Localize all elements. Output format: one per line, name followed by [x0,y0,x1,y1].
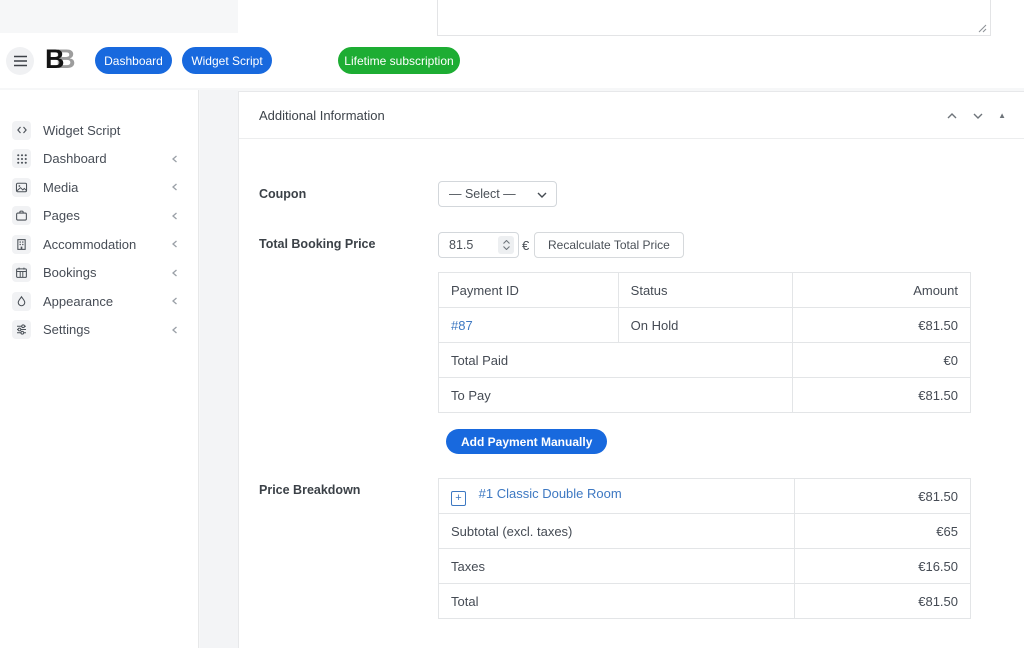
grid-icon [12,149,31,168]
code-icon [12,121,31,140]
sidebar-item-label: Media [43,180,78,195]
payment-id-link[interactable]: #87 [451,318,473,333]
calendar-icon [12,263,31,282]
additional-information-panel: Additional Information ▲ Coupon — Select… [238,91,1024,648]
sidebar-item-accommodation[interactable]: Accommodation [0,230,198,259]
collapse-toggle-icon[interactable]: ▲ [998,112,1006,120]
spinner-down-icon [503,246,510,250]
sidebar-item-label: Widget Script [43,123,120,138]
price-breakdown-table: + #1 Classic Double Room €81.50 Subtotal… [438,478,971,619]
lifetime-subscription-badge[interactable]: Lifetime subscription [338,47,460,74]
col-amount: Amount [793,273,971,308]
sidebar-item-label: Appearance [43,294,113,309]
sidebar-item-dashboard[interactable]: Dashboard [0,145,198,174]
number-spinner[interactable] [498,236,514,254]
move-down-icon[interactable] [972,110,984,122]
chevron-left-icon [170,268,180,278]
to-pay-label: To Pay [439,378,793,413]
briefcase-icon [12,206,31,225]
chevron-left-icon [170,154,180,164]
sidebar-item-label: Settings [43,322,90,337]
widget-script-button[interactable]: Widget Script [182,47,272,74]
building-icon [12,235,31,254]
payments-header-row: Payment ID Status Amount [439,273,971,308]
panel-title: Additional Information [259,92,385,139]
hamburger-icon [13,55,28,67]
sidebar-item-label: Dashboard [43,151,107,166]
sidebar-item-label: Accommodation [43,237,136,252]
col-payment-id: Payment ID [439,273,619,308]
total-price-input-wrap [438,232,519,258]
sidebar-item-settings[interactable]: Settings [0,316,198,345]
notes-textarea[interactable] [437,0,991,36]
total-booking-price-label: Total Booking Price [259,237,375,251]
coupon-select-value: — Select — [449,187,516,201]
total-paid-label: Total Paid [439,343,793,378]
to-pay-amount: €81.50 [793,378,971,413]
sidebar-item-media[interactable]: Media [0,173,198,202]
droplet-icon [12,292,31,311]
sidebar-item-pages[interactable]: Pages [0,202,198,231]
total-paid-row: Total Paid €0 [439,343,971,378]
row-amount: €65 [795,514,971,549]
currency-symbol: € [522,238,529,253]
chevron-left-icon [170,182,180,192]
table-row: Total €81.50 [439,584,971,619]
chevron-left-icon [170,325,180,335]
table-row: Taxes €16.50 [439,549,971,584]
row-label: Total [439,584,795,619]
move-up-icon[interactable] [946,110,958,122]
sidebar-item-bookings[interactable]: Bookings [0,259,198,288]
payment-amount: €81.50 [793,308,971,343]
app-logo[interactable]: B B [45,44,81,76]
to-pay-row: To Pay €81.50 [439,378,971,413]
chevron-left-icon [170,296,180,306]
add-payment-manually-button[interactable]: Add Payment Manually [446,429,607,454]
recalculate-total-price-button[interactable]: Recalculate Total Price [534,232,684,258]
row-label: Taxes [439,549,795,584]
chevron-down-icon [537,192,547,198]
table-row: Subtotal (excl. taxes) €65 [439,514,971,549]
panel-header: Additional Information ▲ [239,92,1024,139]
row-amount: €16.50 [795,549,971,584]
sidebar-item-label: Bookings [43,265,96,280]
sliders-icon [12,320,31,339]
logo-letter: B [45,44,65,75]
row-amount: €81.50 [795,584,971,619]
resize-grip-icon[interactable] [976,22,988,34]
app-header: B B Dashboard Widget Script Lifetime sub… [0,33,1024,88]
expand-plus-icon[interactable]: + [451,491,466,506]
total-paid-amount: €0 [793,343,971,378]
payment-status: On Hold [618,308,793,343]
sidebar: Widget Script Dashboard Media Pages [0,90,199,648]
col-status: Status [618,273,793,308]
row-label: Subtotal (excl. taxes) [439,514,795,549]
payments-table: Payment ID Status Amount #87 On Hold €81… [438,272,971,413]
payment-row: #87 On Hold €81.50 [439,308,971,343]
dashboard-button[interactable]: Dashboard [95,47,172,74]
sidebar-item-widget-script[interactable]: Widget Script [0,116,198,145]
coupon-select[interactable]: — Select — [438,181,557,207]
image-icon [12,178,31,197]
price-breakdown-label: Price Breakdown [259,483,360,497]
chevron-left-icon [170,239,180,249]
chevron-left-icon [170,211,180,221]
table-row: + #1 Classic Double Room €81.50 [439,479,971,514]
sidebar-item-label: Pages [43,208,80,223]
row-amount: €81.50 [795,479,971,514]
coupon-label: Coupon [259,187,306,201]
total-price-input[interactable] [439,233,495,257]
room-link[interactable]: #1 Classic Double Room [479,486,622,501]
sidebar-item-appearance[interactable]: Appearance [0,287,198,316]
spinner-up-icon [503,240,510,244]
hamburger-menu-button[interactable] [6,47,34,75]
sidebar-gutter [200,90,238,648]
